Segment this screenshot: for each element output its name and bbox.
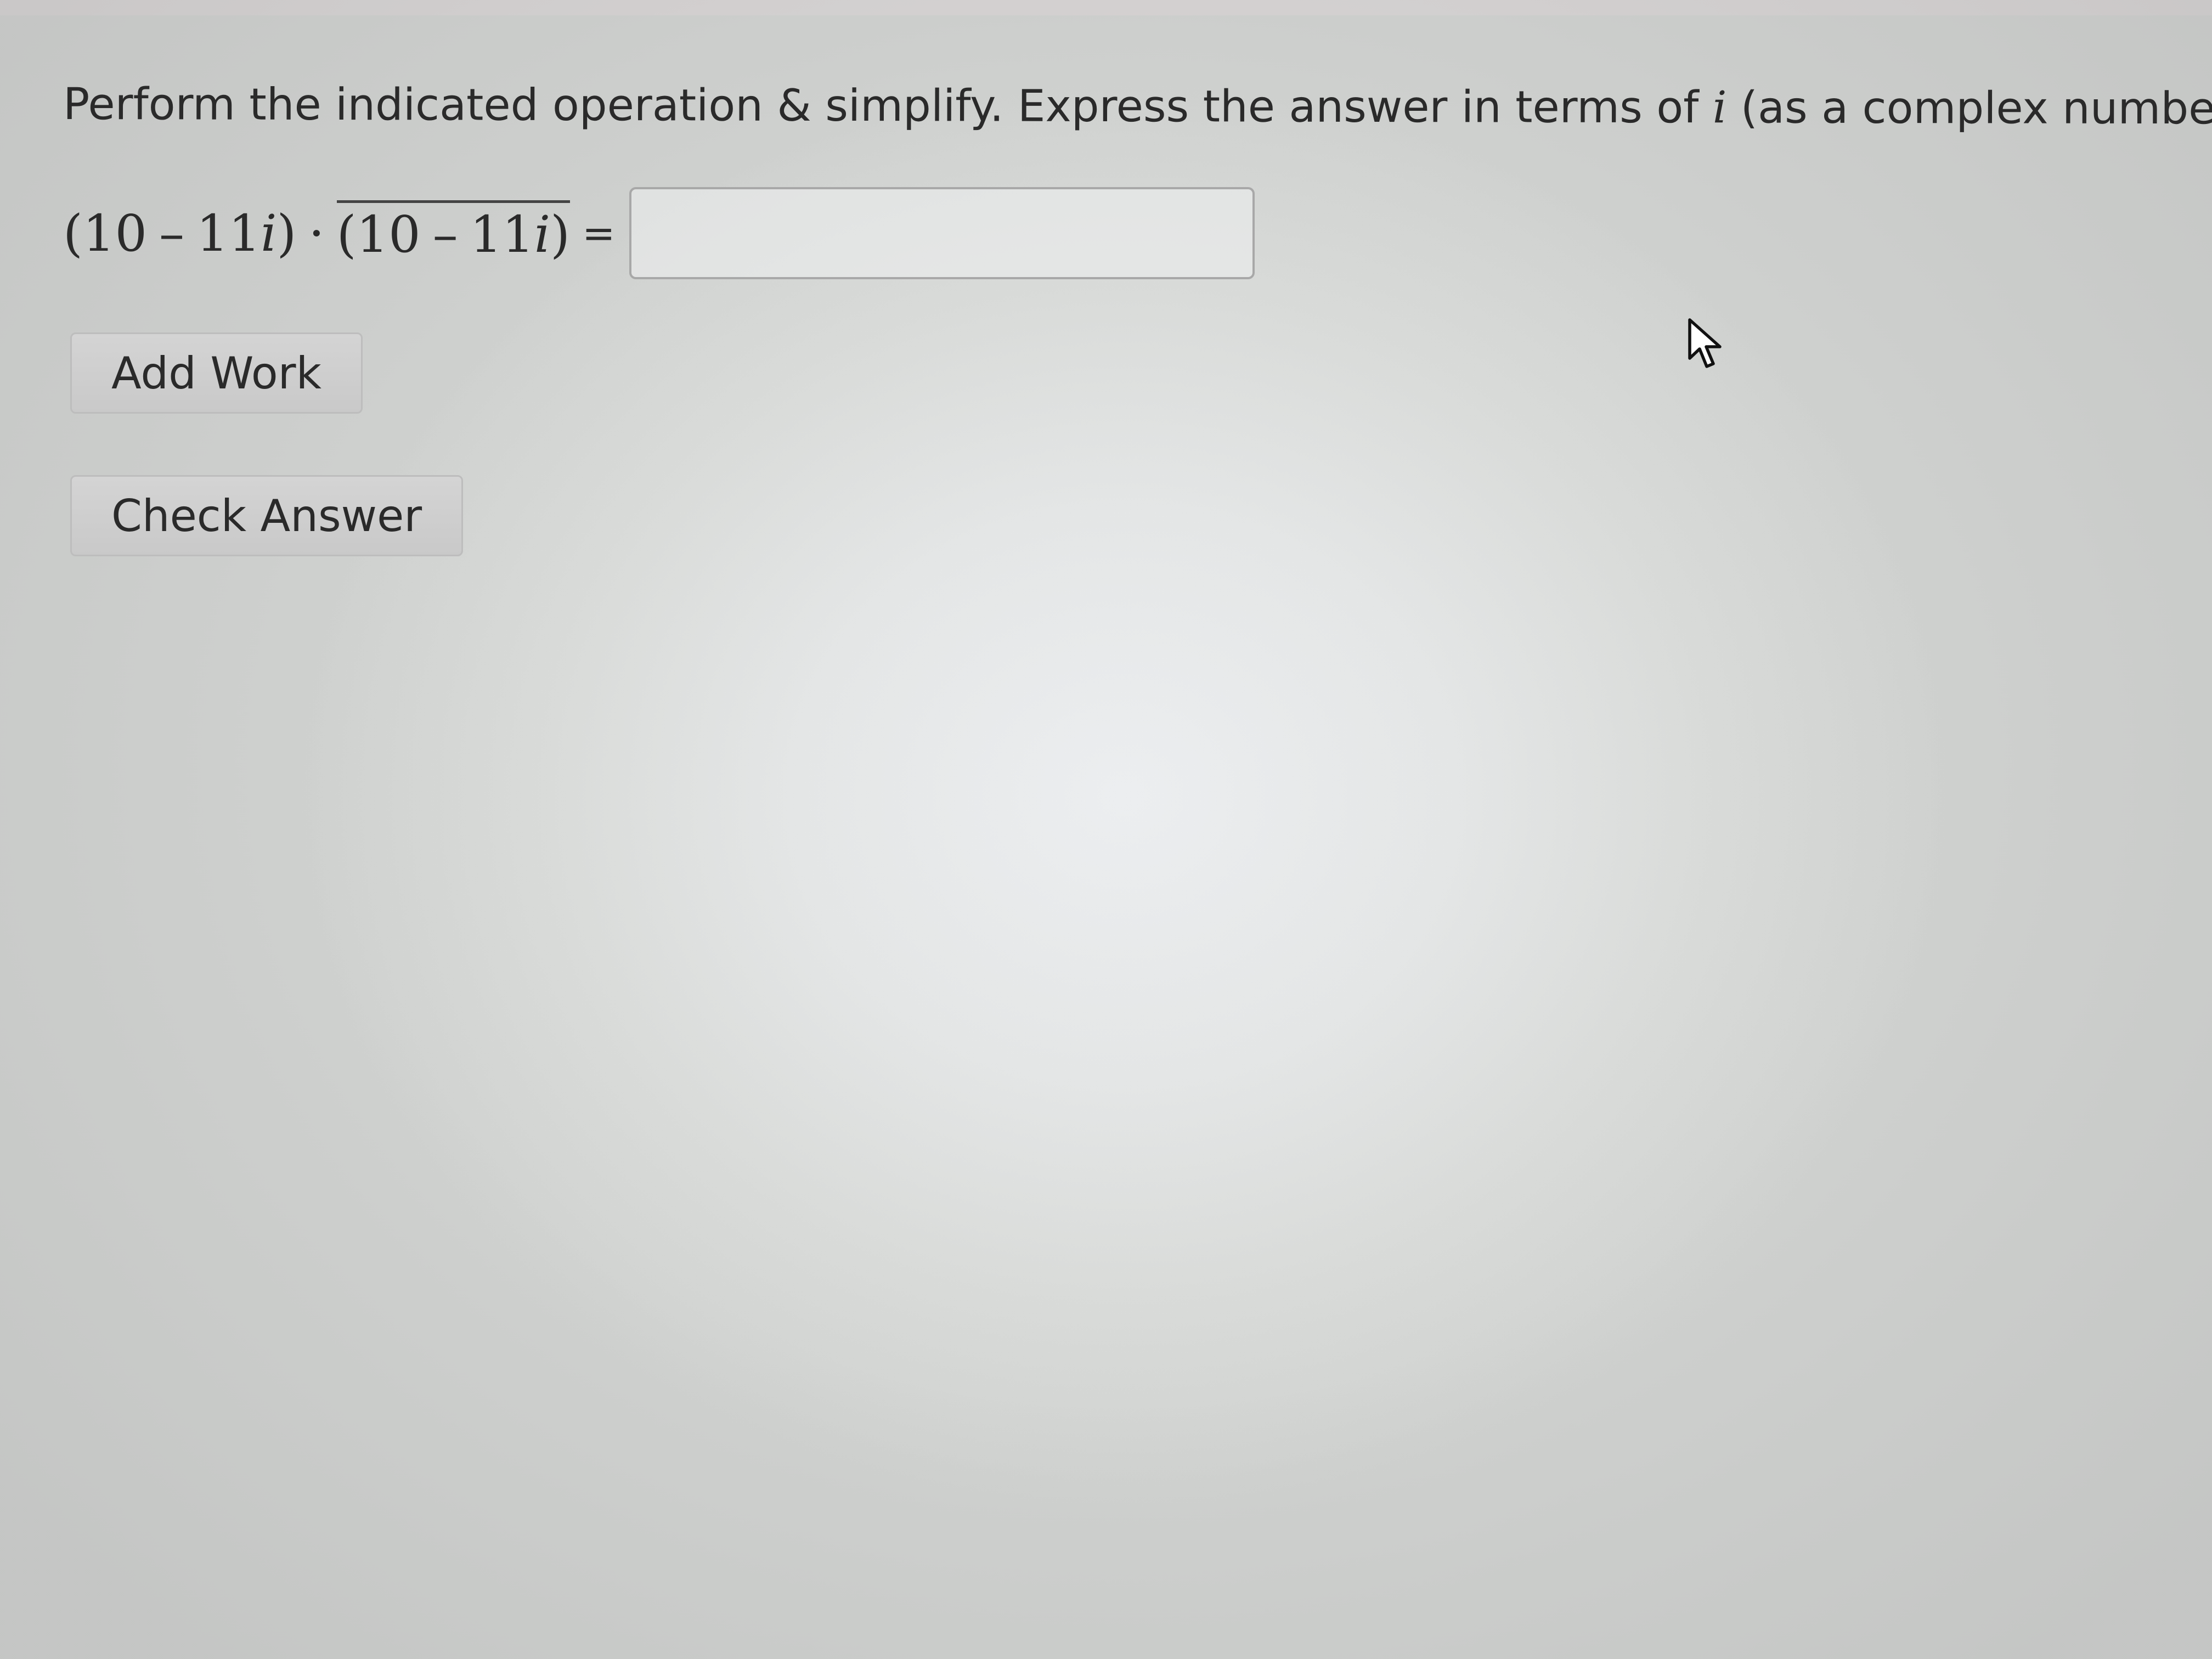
conj-real-part: 10	[356, 205, 421, 264]
left-open-paren: (	[63, 204, 83, 263]
add-work-button[interactable]: Add Work	[70, 332, 363, 414]
left-close-paren: )	[276, 204, 297, 263]
instruction-text-start: Perform the indicated operation & simpli…	[63, 78, 1713, 133]
instruction-variable-i: i	[1712, 82, 1727, 133]
instruction-text-end: (as a complex number).	[1726, 82, 2212, 134]
check-answer-button[interactable]: Check Answer	[70, 475, 464, 556]
question-instructions: Perform the indicated operation & simpli…	[63, 77, 2212, 136]
conj-minus-sign: –	[432, 205, 458, 264]
equals-sign: =	[582, 210, 616, 256]
answer-input[interactable]	[629, 187, 1255, 279]
conj-close-paren: )	[550, 205, 571, 264]
conj-imag-coefficient: 11	[470, 205, 534, 264]
multiply-dot: ·	[308, 204, 325, 263]
left-imag-unit: i	[261, 204, 277, 263]
top-edge-strip	[0, 0, 2212, 15]
conjugate-factor: (10–11i)	[336, 200, 571, 264]
left-real-part: 10	[82, 204, 147, 263]
math-expression: (10–11i) · (10–11i) =	[63, 187, 1255, 279]
left-factor: (10–11i)	[63, 204, 296, 263]
left-minus-sign: –	[159, 204, 184, 263]
arrow-pointer-icon	[1688, 318, 1722, 368]
left-imag-coefficient: 11	[196, 204, 261, 263]
conj-imag-unit: i	[534, 205, 551, 264]
conj-open-paren: (	[336, 205, 357, 264]
